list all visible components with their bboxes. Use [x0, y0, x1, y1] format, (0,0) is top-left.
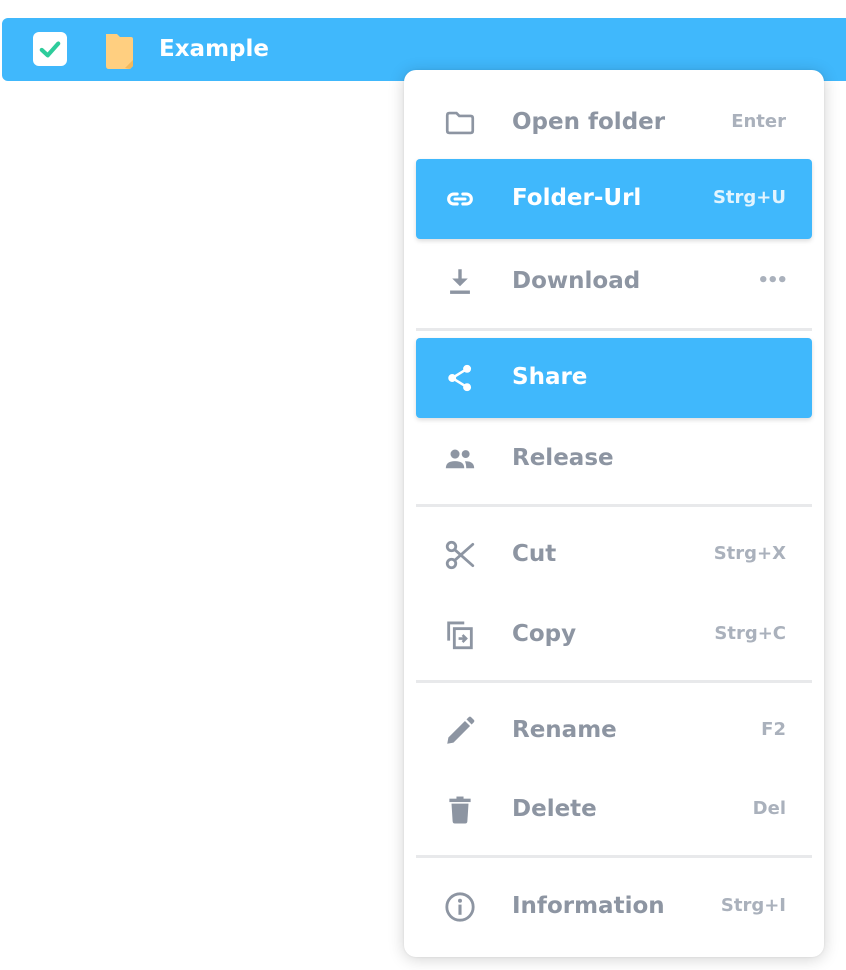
menu-divider [416, 855, 812, 858]
copy-icon [442, 617, 478, 653]
context-menu: Open folder Enter Folder-Url Strg+U Down… [404, 70, 824, 957]
menu-item-rename[interactable]: Rename F2 [416, 691, 812, 771]
trash-icon [442, 792, 478, 828]
menu-item-label: Folder-Url [512, 185, 642, 211]
menu-item-delete[interactable]: Delete Del [416, 770, 812, 850]
menu-item-shortcut: Del [752, 798, 786, 819]
pencil-icon [442, 713, 478, 749]
menu-item-more[interactable]: ••• [757, 269, 787, 293]
checkmark-icon [39, 41, 61, 58]
menu-item-shortcut: F2 [761, 719, 786, 740]
menu-item-shortcut: Enter [731, 111, 786, 132]
menu-item-folder-url[interactable]: Folder-Url Strg+U [416, 159, 812, 239]
menu-item-label: Share [512, 364, 588, 390]
menu-item-label: Open folder [512, 109, 666, 135]
menu-item-label: Download [512, 268, 641, 294]
menu-divider [416, 680, 812, 683]
menu-item-label: Rename [512, 717, 617, 743]
folder-icon [442, 105, 478, 141]
download-icon [442, 264, 478, 300]
people-icon [442, 441, 478, 477]
menu-item-download[interactable]: Download ••• [416, 242, 812, 322]
menu-item-label: Release [512, 445, 614, 471]
share-icon [442, 360, 478, 396]
menu-item-label: Delete [512, 796, 597, 822]
menu-item-shortcut: Strg+X [713, 543, 786, 564]
menu-item-information[interactable]: Information Strg+I [416, 867, 812, 947]
menu-item-label: Information [512, 893, 665, 919]
menu-item-copy[interactable]: Copy Strg+C [416, 595, 812, 675]
menu-divider [416, 504, 812, 507]
menu-item-cut[interactable]: Cut Strg+X [416, 515, 812, 595]
menu-item-open-folder[interactable]: Open folder Enter [416, 83, 812, 163]
folder-thumbnail-icon [106, 34, 133, 69]
info-icon [442, 889, 478, 925]
scissors-icon [442, 537, 478, 573]
file-browser: Example Open folder Enter Folder-Url Str… [0, 0, 846, 970]
file-checkbox[interactable] [33, 32, 67, 66]
menu-item-shortcut: Strg+C [714, 623, 786, 644]
menu-item-shortcut: Strg+U [712, 187, 786, 208]
menu-item-shortcut: Strg+I [720, 895, 786, 916]
file-name[interactable]: Example [159, 34, 269, 64]
menu-divider [416, 328, 812, 331]
menu-item-label: Cut [512, 541, 557, 567]
menu-item-release[interactable]: Release [416, 419, 812, 499]
menu-item-share[interactable]: Share [416, 338, 812, 418]
menu-item-label: Copy [512, 621, 577, 647]
link-icon [442, 181, 478, 217]
